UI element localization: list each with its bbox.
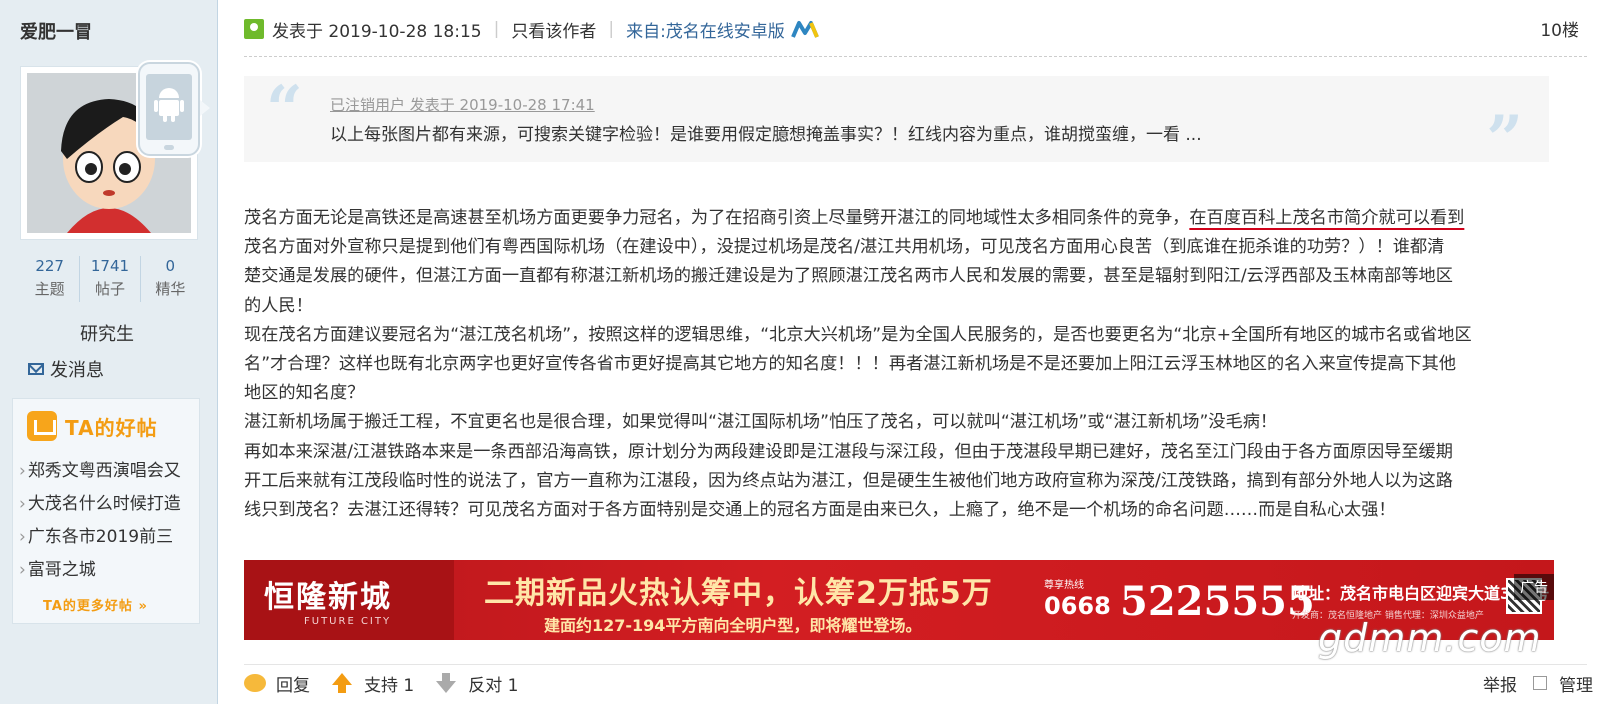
client-source-link[interactable]: 来自:茂名在线安卓版 <box>626 17 785 42</box>
close-quote-icon: ” <box>1486 102 1523 177</box>
stat-digest-count[interactable]: 0 <box>141 256 200 276</box>
author-name[interactable]: 爱肥一冒 <box>20 18 92 44</box>
red-underlined-text: 在百度百科上茂名市简介就可以看到 <box>1189 208 1465 228</box>
site-watermark: gdmm.com <box>1318 616 1542 660</box>
only-author-link[interactable]: 只看该作者 <box>511 17 596 42</box>
post-body: 茂名方面无论是高铁还是高速甚至机场方面更要争力冠名，为了在招商引资上尽量劈开湛江… <box>244 204 1554 525</box>
quote-text: 以上每张图片都有来源，可搜索关键字检验！是谁要用假定臆想掩盖事实？！红线内容为重… <box>330 125 1202 145</box>
stat-posts-count[interactable]: 1741 <box>80 256 139 276</box>
stat-threads-label: 主题 <box>34 280 65 298</box>
stat-posts-label: 帖子 <box>94 280 125 298</box>
ad-brand-block: 恒隆新城 FUTURE CITY <box>244 560 454 640</box>
ad-brand: 恒隆新城 <box>264 580 392 615</box>
post-line: 茂名方面无论是高铁还是高速甚至机场方面更要争力冠名，为了在招商引资上尽量劈开湛江… <box>244 208 1465 228</box>
header-divider <box>244 56 1587 57</box>
stat-posts[interactable]: 1741 帖子 <box>79 256 139 302</box>
post-line: 茂名方面对外宣称只是提到他们有粤西国际机场（在建设中），没提过机场是茂名/湛江共… <box>244 237 1445 258</box>
post-header: 发表于 2019-10-28 18:15 | 只看该作者 | 来自:茂名在线安卓… <box>244 16 823 42</box>
ad-area-code: 0668 <box>1044 592 1111 620</box>
send-message-label[interactable]: 发消息 <box>50 356 104 382</box>
ta-good-posts-title: TA的好帖 <box>65 415 158 440</box>
post-line: 名”才合理？这样也既有北京两字也更好宣传各省市更好提高其它地方的知名度！！！再者… <box>244 354 1457 375</box>
support-button[interactable]: 支持 1 <box>332 671 414 696</box>
header-separator: | <box>608 19 615 39</box>
ad-tag: 广告 <box>1514 574 1554 600</box>
support-label[interactable]: 支持 1 <box>364 671 414 696</box>
ta-post-item[interactable]: › 郑秀文粤西演唱会又 <box>19 455 199 488</box>
author-stats: 227 主题 1741 帖子 0 精华 <box>20 256 200 302</box>
quote-block: “ 已注销用户 发表于 2019-10-28 17:41 以上每张图片都有来源，… <box>244 72 1549 172</box>
maoming-online-logo-icon <box>790 21 819 38</box>
post-line: 楚交通是发展的硬件，但湛江方面一直都有称湛江新机场的搬迁建设是为了照顾湛江茂名两… <box>244 266 1453 287</box>
oppose-button[interactable]: 反对 1 <box>436 671 518 696</box>
stat-digest-label: 精华 <box>155 280 186 298</box>
ta-good-posts-list: › 郑秀文粤西演唱会又 › 大茂名什么时候打造 › 广东各市2019前三 › 富哥之城 <box>19 455 199 587</box>
post-actions: 回复 支持 1 反对 1 <box>244 670 540 696</box>
reply-bubble-icon <box>244 674 266 692</box>
author-sidebar: 爱肥一冒 227 主题 1741 帖子 0 精华 研究生 发消息 TA的好帖 ›… <box>0 0 218 704</box>
open-quote-icon: “ <box>266 72 303 147</box>
ta-post-item[interactable]: › 广东各市2019前三 <box>19 521 199 554</box>
send-message-link[interactable]: 发消息 <box>28 356 104 382</box>
online-status-icon <box>244 19 264 39</box>
crown-icon <box>27 411 57 441</box>
post-time: 发表于 2019-10-28 18:15 <box>272 21 482 42</box>
post-line: 的人民！ <box>244 295 313 316</box>
stat-digest[interactable]: 0 精华 <box>139 256 200 302</box>
manage-checkbox[interactable] <box>1533 676 1547 690</box>
reply-button[interactable]: 回复 <box>244 671 310 696</box>
post-line: 再如本来深湛/江湛铁路本来是一条西部沿海高铁，原计划分为两段建设即是江湛段与深江… <box>244 441 1453 462</box>
post-admin-actions: 举报 管理 <box>1483 670 1593 696</box>
ad-brand-sub: FUTURE CITY <box>304 616 392 627</box>
post-main: 发表于 2019-10-28 18:15 | 只看该作者 | 来自:茂名在线安卓… <box>218 0 1617 704</box>
ta-post-item[interactable]: › 大茂名什么时候打造 <box>19 488 199 521</box>
oppose-label[interactable]: 反对 1 <box>468 671 518 696</box>
floor-number[interactable]: 10楼 <box>1540 16 1579 41</box>
author-rank: 研究生 <box>80 324 134 345</box>
post-line: 现在茂名方面建议要冠名为“湛江茂名机场”，按照这样的逻辑思维，“北京大兴机场”是… <box>244 324 1472 345</box>
stat-threads-count[interactable]: 227 <box>20 256 79 276</box>
ta-good-posts-header: TA的好帖 <box>27 411 158 441</box>
post-line: 线只到茂名？去湛江还得转？可见茂名方面对于各方面特别是交通上的冠名方面是由来已久… <box>244 500 1396 521</box>
ad-phone: 5225555 <box>1120 578 1315 625</box>
stat-threads[interactable]: 227 主题 <box>20 256 79 302</box>
post-line: 开工后来就有江茂段临时性的说法了，官方一直称为江湛段，因为终点站为湛江，但是硬生… <box>244 470 1453 491</box>
ad-subline: 建面约127-194平方南向全明户型，即将耀世登场。 <box>544 616 922 635</box>
android-robot-icon <box>154 88 184 122</box>
ta-more-posts-link[interactable]: TA的更多好帖 » <box>43 595 148 614</box>
thumb-up-arrow-icon <box>332 673 352 693</box>
thumb-down-arrow-icon <box>436 673 457 693</box>
mail-icon <box>28 363 44 375</box>
ad-headline: 二期新品火热认筹中，认筹2万抵5万 <box>484 576 993 611</box>
ta-good-posts-panel: TA的好帖 › 郑秀文粤西演唱会又 › 大茂名什么时候打造 › 广东各市2019前三 … <box>12 398 200 624</box>
quote-meta[interactable]: 已注销用户 发表于 2019-10-28 17:41 <box>330 94 595 115</box>
post-line: 湛江新机场属于搬迁工程，不宜更名也是很合理，如果觉得叫“湛江国际机场”怕压了茂名… <box>244 412 1278 433</box>
manage-label[interactable]: 管理 <box>1559 671 1593 696</box>
report-link[interactable]: 举报 <box>1483 671 1517 696</box>
footer-divider <box>244 664 1587 665</box>
post-line: 地区的知名度？ <box>244 383 365 404</box>
header-separator: | <box>493 19 500 39</box>
ad-hotline-label: 尊享热线 <box>1044 580 1084 591</box>
ta-post-item[interactable]: › 富哥之城 <box>19 554 199 587</box>
android-client-icon <box>138 62 210 156</box>
reply-label[interactable]: 回复 <box>276 671 310 696</box>
